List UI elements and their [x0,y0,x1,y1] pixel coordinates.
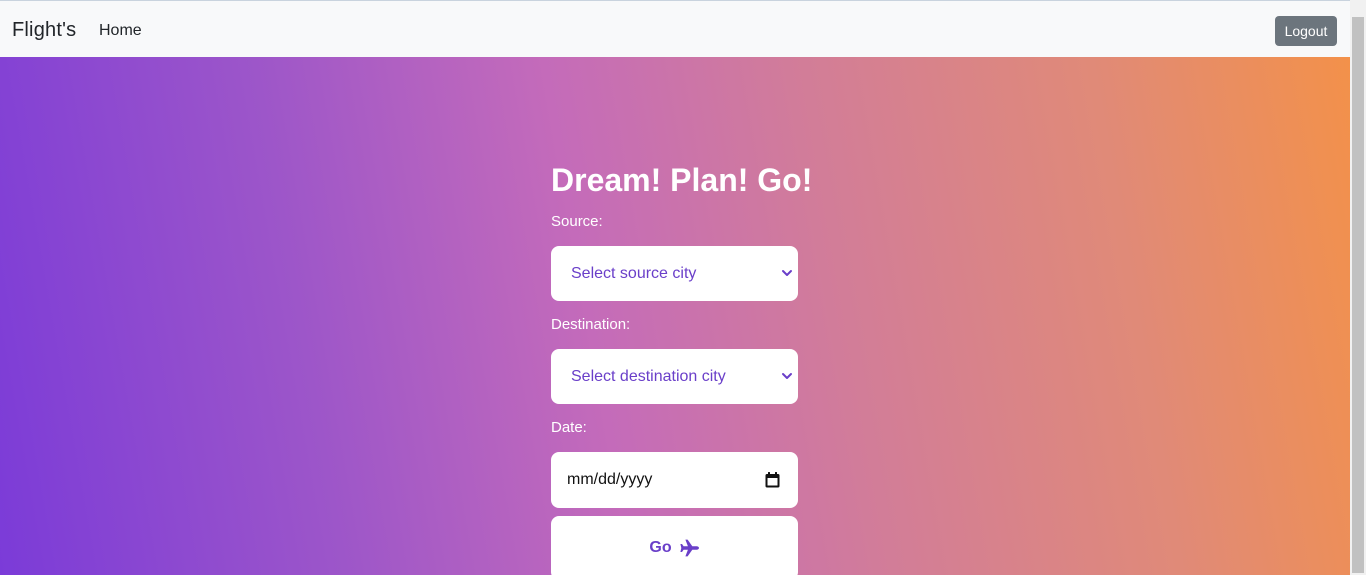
chevron-down-icon [782,270,792,276]
source-label: Source: [551,213,603,230]
top-navbar: Flight's Home Logout [0,0,1350,57]
hero-section: Dream! Plan! Go! Source: Select source c… [0,57,1350,575]
chevron-down-icon [782,373,792,379]
plane-icon [680,539,699,557]
vertical-scrollbar[interactable] [1350,0,1366,575]
destination-select[interactable]: Select destination city [551,349,798,404]
destination-select-value: Select destination city [571,367,726,385]
source-select-value: Select source city [571,264,697,282]
calendar-icon[interactable] [765,472,780,488]
nav-home-link[interactable]: Home [99,21,142,41]
date-input[interactable]: mm/dd/yyyy [551,452,798,508]
date-input-value: mm/dd/yyyy [567,471,653,488]
scrollbar-thumb[interactable] [1352,17,1364,573]
brand-logo[interactable]: Flight's [12,18,76,42]
source-select[interactable]: Select source city [551,246,798,301]
page-title: Dream! Plan! Go! [551,162,813,198]
go-button-label: Go [649,539,672,556]
go-button[interactable]: Go [551,516,798,575]
destination-label: Destination: [551,316,631,333]
logout-button[interactable]: Logout [1275,16,1337,46]
date-label: Date: [551,419,587,436]
